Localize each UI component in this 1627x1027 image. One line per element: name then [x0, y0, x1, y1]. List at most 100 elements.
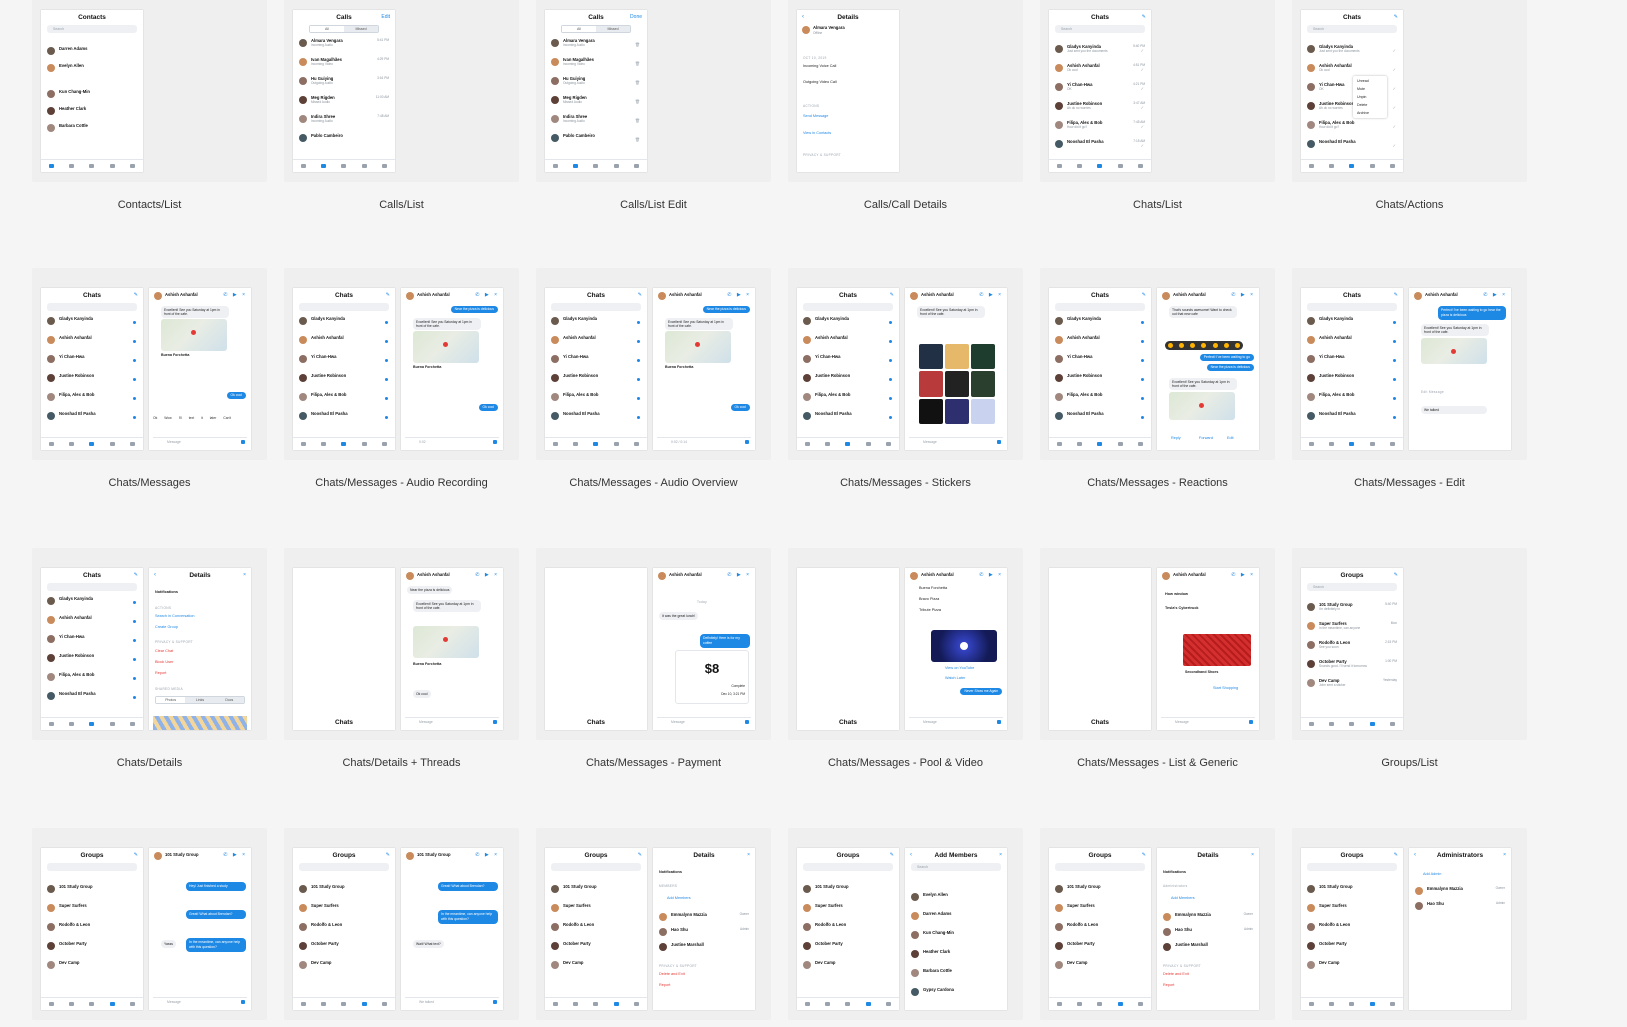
menu-item[interactable]: Archive — [1353, 109, 1387, 117]
chats-tab-icon[interactable] — [1097, 1002, 1102, 1006]
contacts-tab-icon[interactable] — [805, 442, 810, 446]
payment-card[interactable]: $8CompleteDec 10, 3:21 PM — [675, 650, 749, 704]
calls-tab-icon[interactable] — [573, 442, 578, 446]
chats-tab-icon[interactable] — [1349, 164, 1354, 168]
trailing-icon[interactable]: ✓ — [1393, 105, 1396, 110]
list-item[interactable]: Darren Adams — [47, 46, 139, 59]
media-tabs[interactable]: PhotosLinksDocs — [155, 696, 245, 704]
list-item[interactable]: Nooshad El Pasha — [551, 411, 643, 424]
settings-tab-icon[interactable] — [634, 1002, 639, 1006]
settings-tab-icon[interactable] — [130, 164, 135, 168]
list-item[interactable]: Nooshad El Pasha — [803, 411, 895, 424]
list-item[interactable]: Justine Robinson — [47, 373, 139, 386]
phone-screen[interactable]: Ashish Ashanfal✆ ▶ ×Excellent! See you S… — [149, 288, 251, 450]
frame-card[interactable]: CallsEditAllMissedAlmara VengaraIncoming… — [284, 0, 519, 182]
phone-screen[interactable]: Groups✎101 Study GroupSuper SurfersRodol… — [797, 848, 899, 1010]
search-input[interactable] — [803, 303, 893, 311]
close-icon[interactable]: × — [243, 572, 246, 578]
segment-0[interactable]: All — [562, 26, 596, 32]
phone-screen[interactable]: CallsDoneAllMissedAlmara VengaraIncoming… — [545, 10, 647, 172]
groups-tab-icon[interactable] — [1118, 1002, 1123, 1006]
header-action-button[interactable]: Edit — [381, 14, 390, 20]
back-arrow-icon[interactable]: ‹ — [910, 852, 912, 858]
search-input[interactable]: Search — [47, 25, 137, 33]
product-image[interactable] — [1183, 634, 1251, 666]
phone-screen[interactable]: Chats✎Gladys KanyindaAshish AshanfalYi C… — [293, 288, 395, 450]
phone-screen[interactable]: Chats — [293, 568, 395, 730]
compose-icon[interactable]: ✎ — [1394, 292, 1398, 298]
reaction-emoji-icon[interactable] — [1190, 343, 1195, 348]
list-item[interactable]: Gladys Kanyinda — [47, 596, 139, 609]
location-map[interactable] — [413, 626, 479, 658]
list-item[interactable]: 101 Study Group — [803, 884, 895, 897]
list-item[interactable]: Filipa, Alex & Bob — [803, 392, 895, 405]
settings-tab-icon[interactable] — [1390, 722, 1395, 726]
list-item[interactable]: Yi Chan-Hwa — [299, 354, 391, 367]
compose-icon[interactable]: ✎ — [134, 292, 138, 298]
reaction-emoji-icon[interactable] — [1213, 343, 1218, 348]
list-item[interactable]: Super Surfers — [1307, 903, 1399, 916]
location-map[interactable] — [665, 331, 731, 363]
list-item[interactable]: Filipa, Alex & BobHow did it go?✓ — [1307, 120, 1399, 133]
trailing-icon[interactable]: ✓ — [1141, 105, 1144, 110]
list-item[interactable]: Rodolfo & Leon — [299, 922, 391, 935]
send-icon[interactable] — [745, 440, 749, 444]
list-item[interactable]: Yi Chan-Hwa — [47, 634, 139, 647]
frame-card[interactable]: ChatsAshish Ashanfal✆ ▶ ×Near the pizza … — [284, 548, 519, 740]
groups-tab-icon[interactable] — [1370, 722, 1375, 726]
list-item[interactable]: October Party — [803, 941, 895, 954]
trailing-icon[interactable]: ✓ — [1393, 67, 1396, 72]
contact-row[interactable]: Kun Chang-Min — [911, 930, 1003, 943]
chats-tab-icon[interactable] — [341, 442, 346, 446]
chats-tab-icon[interactable] — [89, 1002, 94, 1006]
settings-tab-icon[interactable] — [886, 1002, 891, 1006]
call-icons[interactable]: ✆ ▶ × — [1231, 292, 1255, 298]
frame-card[interactable]: Groups✎101 Study GroupSuper SurfersRodol… — [284, 828, 519, 1020]
call-icons[interactable]: ✆ ▶ × — [475, 572, 499, 578]
settings-tab-icon[interactable] — [1138, 442, 1143, 446]
sticker-item[interactable] — [945, 344, 969, 369]
phone-screen[interactable]: Groups✎101 Study GroupSuper SurfersRodol… — [545, 848, 647, 1010]
list-item[interactable]: Super Surfers — [47, 903, 139, 916]
settings-tab-icon[interactable] — [382, 442, 387, 446]
chats-tab-icon[interactable] — [593, 442, 598, 446]
frame-card[interactable]: CallsDoneAllMissedAlmara VengaraIncoming… — [536, 0, 771, 182]
calls-tab-icon[interactable] — [1077, 1002, 1082, 1006]
notifications-toggle[interactable]: Notifications — [1163, 870, 1186, 874]
sticker-item[interactable] — [945, 371, 969, 396]
list-item[interactable]: October PartySounds good. I'll send it t… — [1307, 659, 1399, 672]
list-item[interactable]: Filipa, Alex & BobHow did it go?7:45 AM✓ — [1055, 120, 1147, 133]
message-action[interactable]: Forward — [1199, 436, 1213, 440]
groups-tab-icon[interactable] — [614, 1002, 619, 1006]
calls-tab-icon[interactable] — [321, 1002, 326, 1006]
sticker-item[interactable] — [945, 399, 969, 424]
chats-tab-icon[interactable] — [341, 164, 346, 168]
frame-card[interactable]: Chats✎Gladys KanyindaAshish AshanfalYi C… — [1040, 268, 1275, 460]
send-icon[interactable] — [997, 720, 1001, 724]
contacts-tab-icon[interactable] — [49, 442, 54, 446]
segment-1[interactable]: Missed — [344, 26, 378, 32]
list-item[interactable]: Ashish Ashanfal — [47, 615, 139, 628]
phone-screen[interactable]: Chats✎Gladys KanyindaAshish AshanfalYi C… — [1049, 288, 1151, 450]
frame-card[interactable]: Details‹Almara VengaraOfflineOCT 10, 201… — [788, 0, 1023, 182]
groups-tab-icon[interactable] — [1370, 442, 1375, 446]
contacts-tab-icon[interactable] — [1057, 1002, 1062, 1006]
list-item[interactable]: Super Surfers — [551, 903, 643, 916]
list-item[interactable]: Ivan MagalhãesIncoming Video🗑 — [551, 57, 643, 70]
list-item[interactable]: Yi Chan-Hwa — [551, 354, 643, 367]
list-item[interactable]: Gladys Kanyinda — [47, 316, 139, 329]
danger-action[interactable]: Delete and Exit — [1163, 972, 1189, 976]
play-icon[interactable] — [960, 642, 968, 650]
calls-tab-icon[interactable] — [1329, 1002, 1334, 1006]
list-item[interactable]: Filipa, Alex & Bob — [551, 392, 643, 405]
chats-tab-icon[interactable] — [1097, 164, 1102, 168]
trailing-icon[interactable]: ✓ — [1141, 143, 1144, 148]
back-arrow-icon[interactable]: ‹ — [802, 14, 804, 20]
list-item[interactable]: 101 Study Group — [1055, 884, 1147, 897]
search-input[interactable] — [1055, 303, 1145, 311]
list-item[interactable]: Super Surfers — [803, 903, 895, 916]
call-icons[interactable]: ✆ ▶ × — [727, 292, 751, 298]
list-item[interactable]: Rodolfo & Leon — [803, 922, 895, 935]
member-row[interactable]: Justine Marshall — [1163, 942, 1255, 955]
sticker-item[interactable] — [919, 344, 943, 369]
